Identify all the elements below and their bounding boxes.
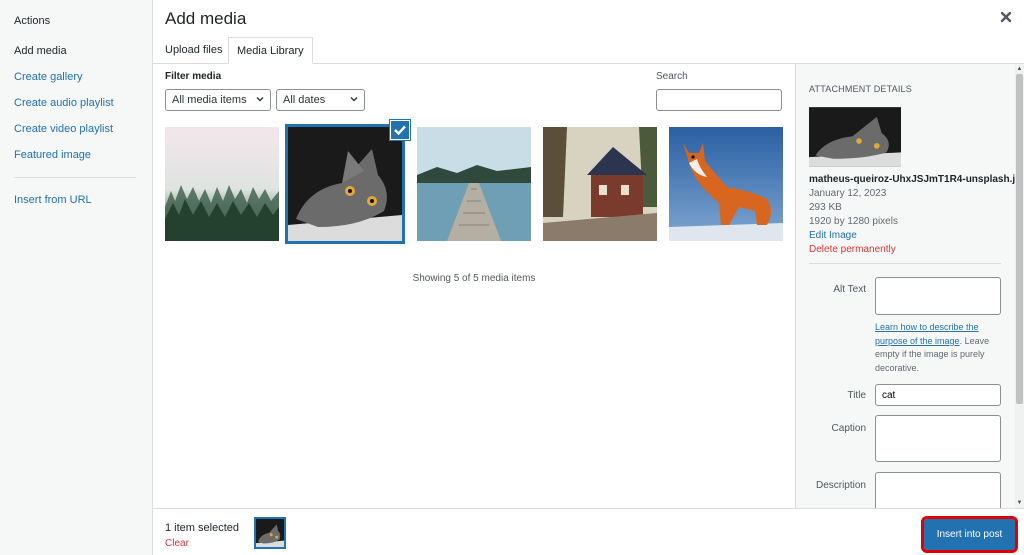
- selected-item-thumbnail[interactable]: [254, 517, 286, 549]
- selection-count: 1 item selected: [165, 522, 239, 534]
- media-item-house[interactable]: [543, 127, 657, 241]
- details-divider: [809, 263, 1001, 264]
- caption-label: Caption: [831, 423, 866, 434]
- search-label: Search: [656, 71, 688, 82]
- sidebar-item-featured-image[interactable]: Featured image: [14, 149, 91, 161]
- delete-permanently-link[interactable]: Delete permanently: [809, 244, 896, 255]
- clear-selection-link[interactable]: Clear: [165, 538, 189, 549]
- sidebar-item-add-media[interactable]: Add media: [14, 45, 67, 57]
- chevron-down-icon: [350, 97, 358, 102]
- filter-media-label: Filter media: [165, 71, 222, 82]
- sidebar-item-insert-from-url[interactable]: Insert from URL: [14, 194, 92, 206]
- scroll-down-icon[interactable]: ▼: [1016, 499, 1023, 507]
- alt-text-field[interactable]: [875, 277, 1001, 315]
- tab-upload-files[interactable]: Upload files: [157, 37, 230, 64]
- attachment-filename: matheus-queiroz-UhxJSJmT1R4-unsplash.jpg: [809, 174, 1024, 185]
- media-item-fox[interactable]: [669, 127, 783, 241]
- media-sidebar: Actions Add media Create gallery Create …: [0, 0, 153, 555]
- attachment-preview-image: [809, 107, 901, 167]
- sidebar-separator: [14, 177, 136, 178]
- selected-check-icon[interactable]: [390, 120, 410, 140]
- scroll-up-icon[interactable]: ▲: [1016, 65, 1023, 73]
- description-label: Description: [815, 480, 866, 491]
- caption-field[interactable]: [875, 415, 1001, 462]
- showing-count-text: Showing 5 of 5 media items: [412, 273, 536, 284]
- attachment-date: January 12, 2023: [809, 188, 887, 199]
- details-scrollbar[interactable]: ▲ ▼: [1015, 64, 1024, 508]
- alt-text-label: Alt Text: [833, 284, 866, 295]
- sidebar-item-create-gallery[interactable]: Create gallery: [14, 71, 82, 83]
- alt-text-help: Learn how to describe the purpose of the…: [875, 321, 1003, 375]
- media-item-lake-pier[interactable]: [417, 127, 531, 241]
- sidebar-heading: Actions: [14, 15, 51, 27]
- search-input[interactable]: [656, 89, 782, 111]
- close-icon[interactable]: [998, 9, 1014, 25]
- tab-media-library[interactable]: Media Library: [228, 37, 313, 64]
- sidebar-item-create-video-playlist[interactable]: Create video playlist: [14, 123, 113, 135]
- attachment-file-size: 293 KB: [809, 202, 842, 213]
- date-select-value: All dates: [283, 94, 326, 106]
- date-select[interactable]: All dates: [276, 89, 365, 111]
- title-label: Title: [847, 390, 866, 401]
- media-type-select[interactable]: All media items: [165, 89, 271, 111]
- attachment-details-heading: Attachment Details: [809, 84, 912, 94]
- media-item-cat[interactable]: [285, 124, 405, 244]
- scrollbar-thumb[interactable]: [1016, 74, 1023, 404]
- sidebar-item-create-audio-playlist[interactable]: Create audio playlist: [14, 97, 114, 109]
- description-field[interactable]: [875, 472, 1001, 508]
- attachment-details-panel: Attachment Details matheus-queiroz-UhxJS…: [795, 64, 1024, 508]
- insert-into-post-button[interactable]: Insert into post: [921, 516, 1018, 553]
- attachment-dimensions: 1920 by 1280 pixels: [809, 216, 898, 227]
- edit-image-link[interactable]: Edit Image: [809, 230, 857, 241]
- media-footer: 1 item selected Clear Insert into post: [153, 508, 1024, 555]
- modal-title: Add media: [165, 9, 247, 28]
- chevron-down-icon: [256, 97, 264, 102]
- media-item-misty-forest[interactable]: [165, 127, 279, 241]
- title-field[interactable]: [875, 384, 1001, 406]
- media-type-select-value: All media items: [172, 94, 247, 106]
